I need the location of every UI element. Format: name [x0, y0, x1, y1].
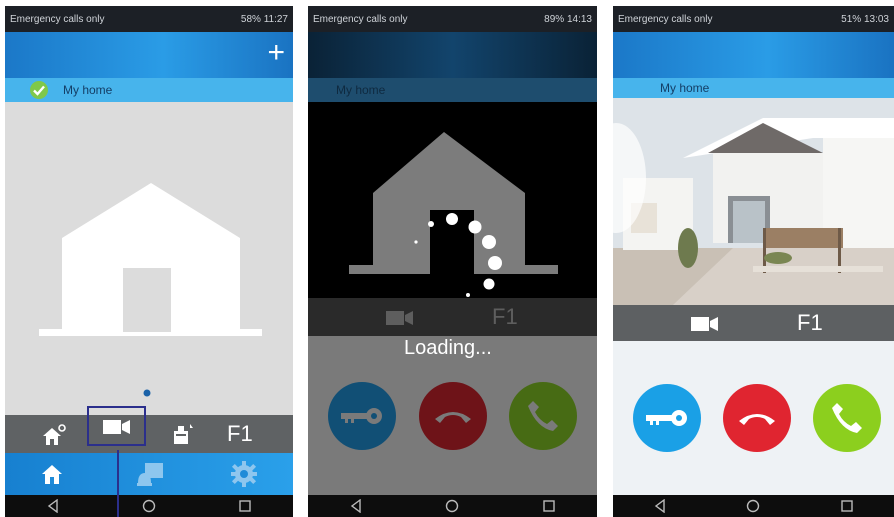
unlock-door-button[interactable]: [328, 382, 396, 450]
unlock-door-button[interactable]: [633, 384, 701, 452]
recents-icon[interactable]: [840, 499, 854, 513]
key-icon: [341, 408, 382, 424]
tab-home[interactable]: [39, 461, 65, 487]
message-bell-icon: [137, 463, 163, 486]
home-label: My home: [660, 81, 710, 95]
home-label: My home: [336, 83, 386, 97]
status-right: 51% 13:03: [841, 13, 889, 25]
live-video-feed: [613, 98, 894, 305]
home-selector[interactable]: My home: [5, 78, 293, 102]
house-icon: [39, 183, 262, 397]
key-icon: [646, 410, 687, 426]
callout-line: [117, 450, 119, 517]
app-header: +: [5, 32, 293, 78]
doorbell-icon[interactable]: [169, 422, 195, 446]
recents-icon[interactable]: [542, 499, 556, 513]
answer-call-button[interactable]: [509, 382, 577, 450]
floor-label[interactable]: F1: [227, 422, 253, 446]
home-content: [5, 102, 293, 415]
home-nav-icon[interactable]: [746, 499, 760, 513]
loading-spinner-icon: [414, 213, 502, 297]
system-nav-bar: [5, 495, 293, 517]
hang-up-button[interactable]: [723, 384, 791, 452]
device-toolbar: F1: [613, 305, 894, 341]
status-right: 89% 14:13: [544, 13, 592, 25]
system-nav-bar: [308, 495, 597, 517]
video-call-button[interactable]: [87, 406, 146, 446]
status-left: Emergency calls only: [313, 13, 408, 25]
video-camera-icon[interactable]: [386, 310, 414, 326]
home-settings-icon[interactable]: [41, 423, 67, 447]
status-left: Emergency calls only: [618, 13, 713, 25]
phone-screen-loading: Emergency calls only 89% 14:13 My home F…: [308, 6, 597, 517]
floor-label[interactable]: F1: [492, 305, 518, 329]
video-camera-icon[interactable]: [691, 316, 719, 332]
app-header: [308, 32, 597, 78]
call-controls: [613, 341, 894, 495]
back-icon[interactable]: [349, 499, 363, 513]
app-header: [613, 32, 894, 78]
home-nav-icon[interactable]: [142, 499, 156, 513]
home-selector[interactable]: My home: [308, 78, 597, 102]
home-selector[interactable]: My home: [613, 78, 894, 98]
system-nav-bar: [613, 495, 894, 517]
video-camera-icon: [103, 420, 130, 434]
device-toolbar: F1: [5, 406, 293, 453]
loading-text: Loading...: [404, 337, 492, 359]
back-icon[interactable]: [653, 499, 667, 513]
phone-icon: [528, 401, 558, 431]
status-bar: Emergency calls only 58% 11:27: [5, 6, 293, 32]
gear-icon: [231, 461, 257, 487]
device-toolbar: F1: [308, 298, 597, 336]
status-right: 58% 11:27: [240, 13, 288, 25]
check-icon: [30, 81, 48, 99]
home-icon: [42, 465, 62, 484]
answer-call-button[interactable]: [813, 384, 881, 452]
tab-bar: [5, 453, 293, 495]
video-area: [308, 102, 597, 298]
phone-screen-live-video: Emergency calls only 51% 13:03 My home F…: [613, 6, 894, 517]
status-left: Emergency calls only: [10, 13, 105, 25]
tab-settings[interactable]: [230, 460, 258, 488]
phone-screen-home: Emergency calls only 58% 11:27 + My home: [5, 6, 293, 517]
phone-icon: [832, 403, 862, 433]
home-nav-icon[interactable]: [445, 499, 459, 513]
home-label: My home: [63, 83, 113, 97]
hang-up-icon: [435, 412, 471, 423]
house-photo-image: [613, 98, 894, 305]
status-bar: Emergency calls only 89% 14:13: [308, 6, 597, 32]
floor-label[interactable]: F1: [797, 311, 823, 335]
tab-notifications[interactable]: [135, 461, 165, 489]
hang-up-icon: [739, 414, 775, 425]
add-button[interactable]: +: [267, 36, 285, 70]
status-bar: Emergency calls only 51% 13:03: [613, 6, 894, 32]
recents-icon[interactable]: [238, 499, 252, 513]
back-icon[interactable]: [46, 499, 60, 513]
hang-up-button[interactable]: [419, 382, 487, 450]
